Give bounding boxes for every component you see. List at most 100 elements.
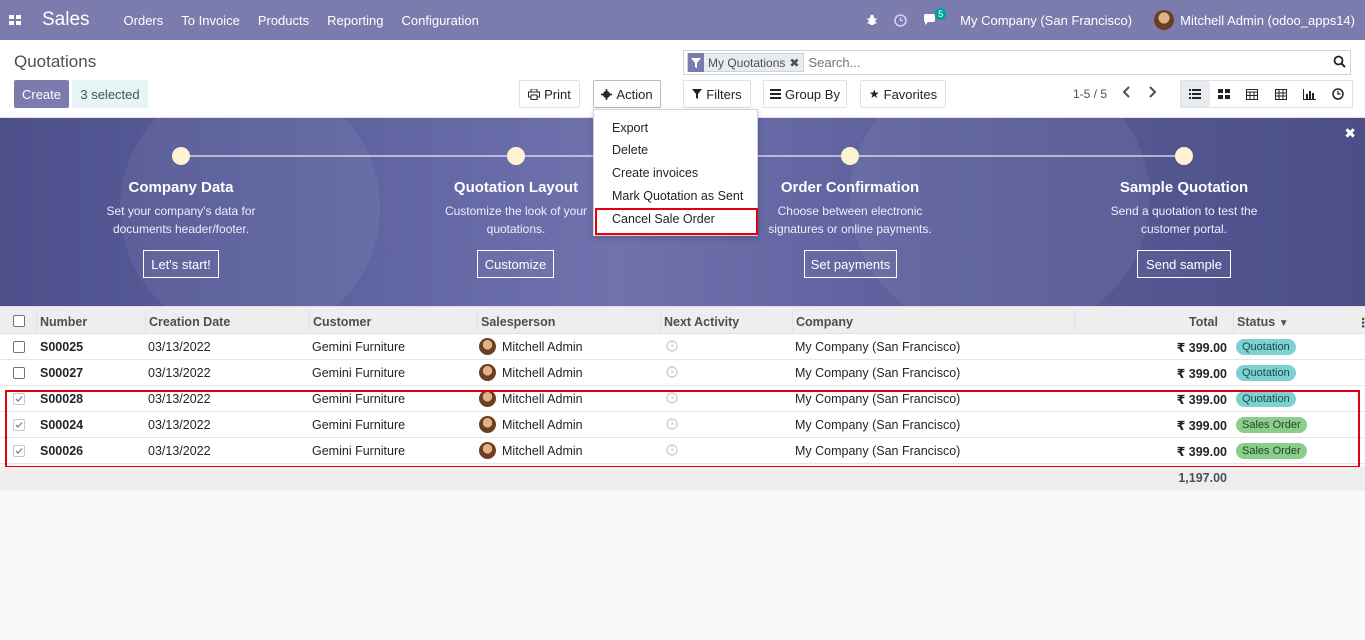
step-description: Choose between electronic signatures or o…	[768, 204, 932, 236]
activity-clock-icon[interactable]	[894, 13, 907, 27]
header-status[interactable]: Status ▼	[1237, 315, 1289, 329]
kanban-view-icon[interactable]	[1209, 81, 1238, 107]
row-checkbox[interactable]	[13, 393, 25, 405]
activity-clock-icon[interactable]	[666, 392, 678, 407]
header-customer[interactable]: Customer	[313, 315, 371, 329]
view-switcher	[1180, 80, 1353, 108]
filters-button[interactable]: Filters	[683, 80, 751, 108]
cell-total: ₹ 399.00	[1176, 419, 1227, 433]
sort-desc-icon: ▼	[1278, 318, 1289, 329]
filter-icon	[692, 89, 703, 99]
user-name: Mitchell Admin (odoo_apps14)	[1180, 12, 1355, 28]
messages-badge: 5	[935, 7, 947, 20]
cell-salesperson: Mitchell Admin	[502, 340, 583, 354]
pager-previous-icon[interactable]	[1121, 85, 1133, 102]
calendar-view-icon[interactable]	[1238, 81, 1267, 107]
cell-salesperson: Mitchell Admin	[502, 418, 583, 432]
activity-clock-icon[interactable]	[666, 340, 678, 355]
cell-total: ₹ 399.00	[1176, 393, 1227, 407]
messages-icon[interactable]: 5	[923, 7, 947, 27]
print-icon	[528, 88, 541, 100]
print-button[interactable]: Print	[519, 80, 580, 108]
breadcrumb: Quotations	[14, 52, 97, 71]
star-icon: ★	[868, 87, 880, 101]
cell-number: S00024	[40, 418, 84, 432]
row-checkbox[interactable]	[13, 445, 25, 457]
search-input[interactable]	[808, 55, 1329, 70]
cell-company: My Company (San Francisco)	[795, 340, 961, 354]
header-company[interactable]: Company	[796, 315, 853, 329]
menu-item-delete[interactable]: Delete	[612, 143, 648, 157]
cell-salesperson: Mitchell Admin	[502, 366, 583, 380]
menu-orders[interactable]: Orders	[124, 13, 164, 28]
step-title: Company Data	[128, 179, 234, 196]
activity-clock-icon[interactable]	[666, 418, 678, 433]
header-number[interactable]: Number	[40, 315, 87, 329]
action-dropdown-menu: Export Delete Create invoices Mark Quota…	[593, 109, 758, 236]
step-description: Set your company's data for documents hea…	[106, 204, 256, 236]
groupby-button[interactable]: Group By	[763, 80, 847, 108]
search-icon[interactable]	[1333, 55, 1346, 71]
column-options-icon[interactable]: ⋮	[1357, 315, 1365, 330]
pivot-view-icon[interactable]	[1266, 81, 1295, 107]
activity-clock-icon[interactable]	[666, 444, 678, 459]
status-badge: Sales Order	[1236, 443, 1307, 459]
menu-item-mark-sent[interactable]: Mark Quotation as Sent	[612, 189, 743, 203]
row-checkbox[interactable]	[13, 419, 25, 431]
step-company-data: Company Data Set your company's data for…	[61, 118, 301, 306]
menu-to-invoice[interactable]: To Invoice	[181, 13, 240, 28]
menu-item-export[interactable]: Export	[612, 121, 648, 135]
favorites-label: Favorites	[883, 86, 938, 102]
favorites-button[interactable]: ★ Favorites	[860, 80, 946, 108]
step-title: Order Confirmation	[780, 179, 920, 196]
menu-configuration[interactable]: Configuration	[402, 13, 479, 28]
cell-total: ₹ 399.00	[1176, 445, 1227, 459]
apps-menu-icon[interactable]	[0, 0, 30, 40]
menu-products[interactable]: Products	[258, 13, 309, 28]
filter-icon	[688, 53, 704, 72]
menu-reporting[interactable]: Reporting	[327, 13, 383, 28]
graph-view-icon[interactable]	[1295, 81, 1324, 107]
create-button[interactable]: Create	[14, 80, 69, 108]
app-title[interactable]: Sales	[42, 9, 90, 31]
header-salesperson[interactable]: Salesperson	[481, 315, 555, 329]
select-all-checkbox[interactable]	[13, 315, 25, 327]
user-menu[interactable]: Mitchell Admin (odoo_apps14)	[1154, 10, 1355, 30]
row-checkbox[interactable]	[13, 367, 25, 379]
activity-clock-icon[interactable]	[666, 366, 678, 381]
print-label: Print	[544, 86, 571, 102]
salesperson-avatar	[479, 442, 496, 459]
company-switcher[interactable]: My Company (San Francisco)	[960, 13, 1132, 28]
status-badge: Quotation	[1236, 339, 1296, 355]
cell-number: S00026	[40, 444, 84, 458]
close-icon[interactable]: ✖	[1344, 125, 1356, 142]
header-creation-date[interactable]: Creation Date	[149, 315, 230, 329]
top-navbar: Sales Orders To Invoice Products Reporti…	[0, 0, 1365, 40]
table-row[interactable]: S00024 03/13/2022 Gemini Furniture Mitchell…	[0, 412, 1365, 438]
menu-item-create-invoices[interactable]: Create invoices	[612, 166, 698, 180]
table-footer: 1,197.00	[0, 467, 1365, 491]
pager-value[interactable]: 1-5 / 5	[1073, 87, 1107, 101]
customize-button[interactable]: Customize	[477, 250, 554, 278]
cell-creation-date: 03/13/2022	[148, 392, 211, 406]
set-payments-button[interactable]: Set payments	[804, 250, 897, 278]
table-row[interactable]: S00027 03/13/2022 Gemini Furniture Mitchell…	[0, 360, 1365, 386]
list-view-icon[interactable]	[1181, 81, 1210, 107]
table-row[interactable]: S00028 03/13/2022 Gemini Furniture Mitchell…	[0, 386, 1365, 412]
bug-icon[interactable]	[866, 14, 878, 26]
step-order-confirmation: Order Confirmation Choose between electr…	[730, 118, 970, 306]
table-row[interactable]: S00026 03/13/2022 Gemini Furniture Mitchell…	[0, 438, 1365, 464]
pager-next-icon[interactable]	[1146, 85, 1158, 102]
action-button[interactable]: Action	[593, 80, 661, 108]
lets-start-button[interactable]: Let's start!	[143, 250, 219, 278]
menu-item-cancel-sale-order[interactable]: Cancel Sale Order	[612, 212, 715, 226]
header-next-activity[interactable]: Next Activity	[664, 315, 739, 329]
activity-view-icon[interactable]	[1323, 81, 1352, 107]
table-row[interactable]: S00025 03/13/2022 Gemini Furniture Mitchell…	[0, 334, 1365, 360]
header-total[interactable]: Total	[1189, 315, 1218, 329]
send-sample-button[interactable]: Send sample	[1137, 250, 1231, 278]
step-title: Sample Quotation	[1119, 179, 1249, 196]
facet-remove-icon[interactable]: ✖	[789, 56, 803, 70]
row-checkbox[interactable]	[13, 341, 25, 353]
cell-number: S00025	[40, 340, 84, 354]
